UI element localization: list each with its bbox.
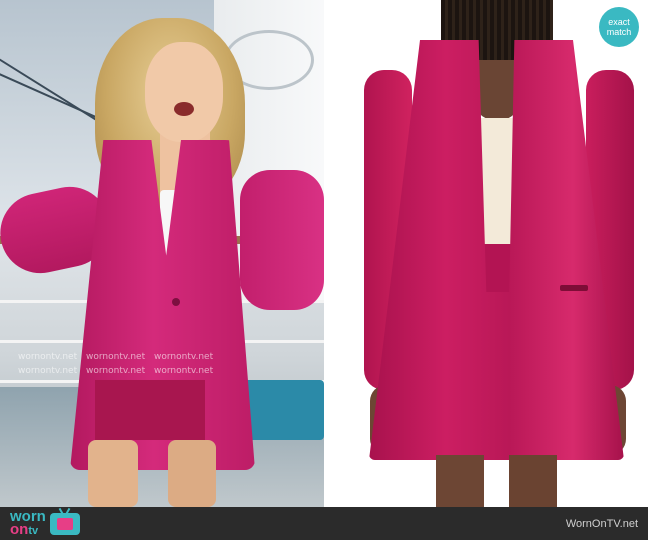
exact-match-badge: exact match	[599, 7, 639, 47]
logo-on: on	[10, 520, 29, 538]
product-photo: exact match	[324, 0, 648, 507]
outfit-comparison: wornontv.net wornontv.net wornontv.net w…	[0, 0, 648, 540]
site-url[interactable]: WornOnTV.net	[566, 518, 638, 530]
blazer-pocket	[560, 285, 588, 291]
watermark: wornontv.net	[18, 366, 78, 376]
badge-line-1: exact	[608, 17, 630, 27]
left-leg	[88, 440, 138, 507]
footer-bar: worn ontv WornOnTV.net	[0, 507, 648, 540]
logo-tv: tv	[28, 524, 39, 537]
celebrity-photo: wornontv.net wornontv.net wornontv.net w…	[0, 0, 324, 507]
watermark: wornontv.net	[154, 352, 214, 362]
wornontv-logo[interactable]: worn ontv	[10, 509, 80, 538]
model-right-leg	[509, 455, 557, 507]
logo-text: worn ontv	[10, 509, 46, 538]
tv-icon	[49, 512, 80, 535]
watermark: wornontv.net	[154, 366, 214, 376]
right-arm	[240, 170, 324, 310]
celebrity-figure	[0, 0, 324, 507]
mouth	[174, 102, 194, 116]
model-left-leg	[436, 455, 484, 507]
face	[145, 42, 223, 142]
badge-line-2: match	[606, 27, 632, 37]
right-leg	[168, 440, 216, 507]
blazer-button	[172, 298, 180, 306]
watermark: wornontv.net	[86, 352, 146, 362]
pink-shorts	[95, 380, 205, 440]
watermark: wornontv.net	[86, 366, 146, 376]
watermark: wornontv.net	[18, 352, 78, 362]
